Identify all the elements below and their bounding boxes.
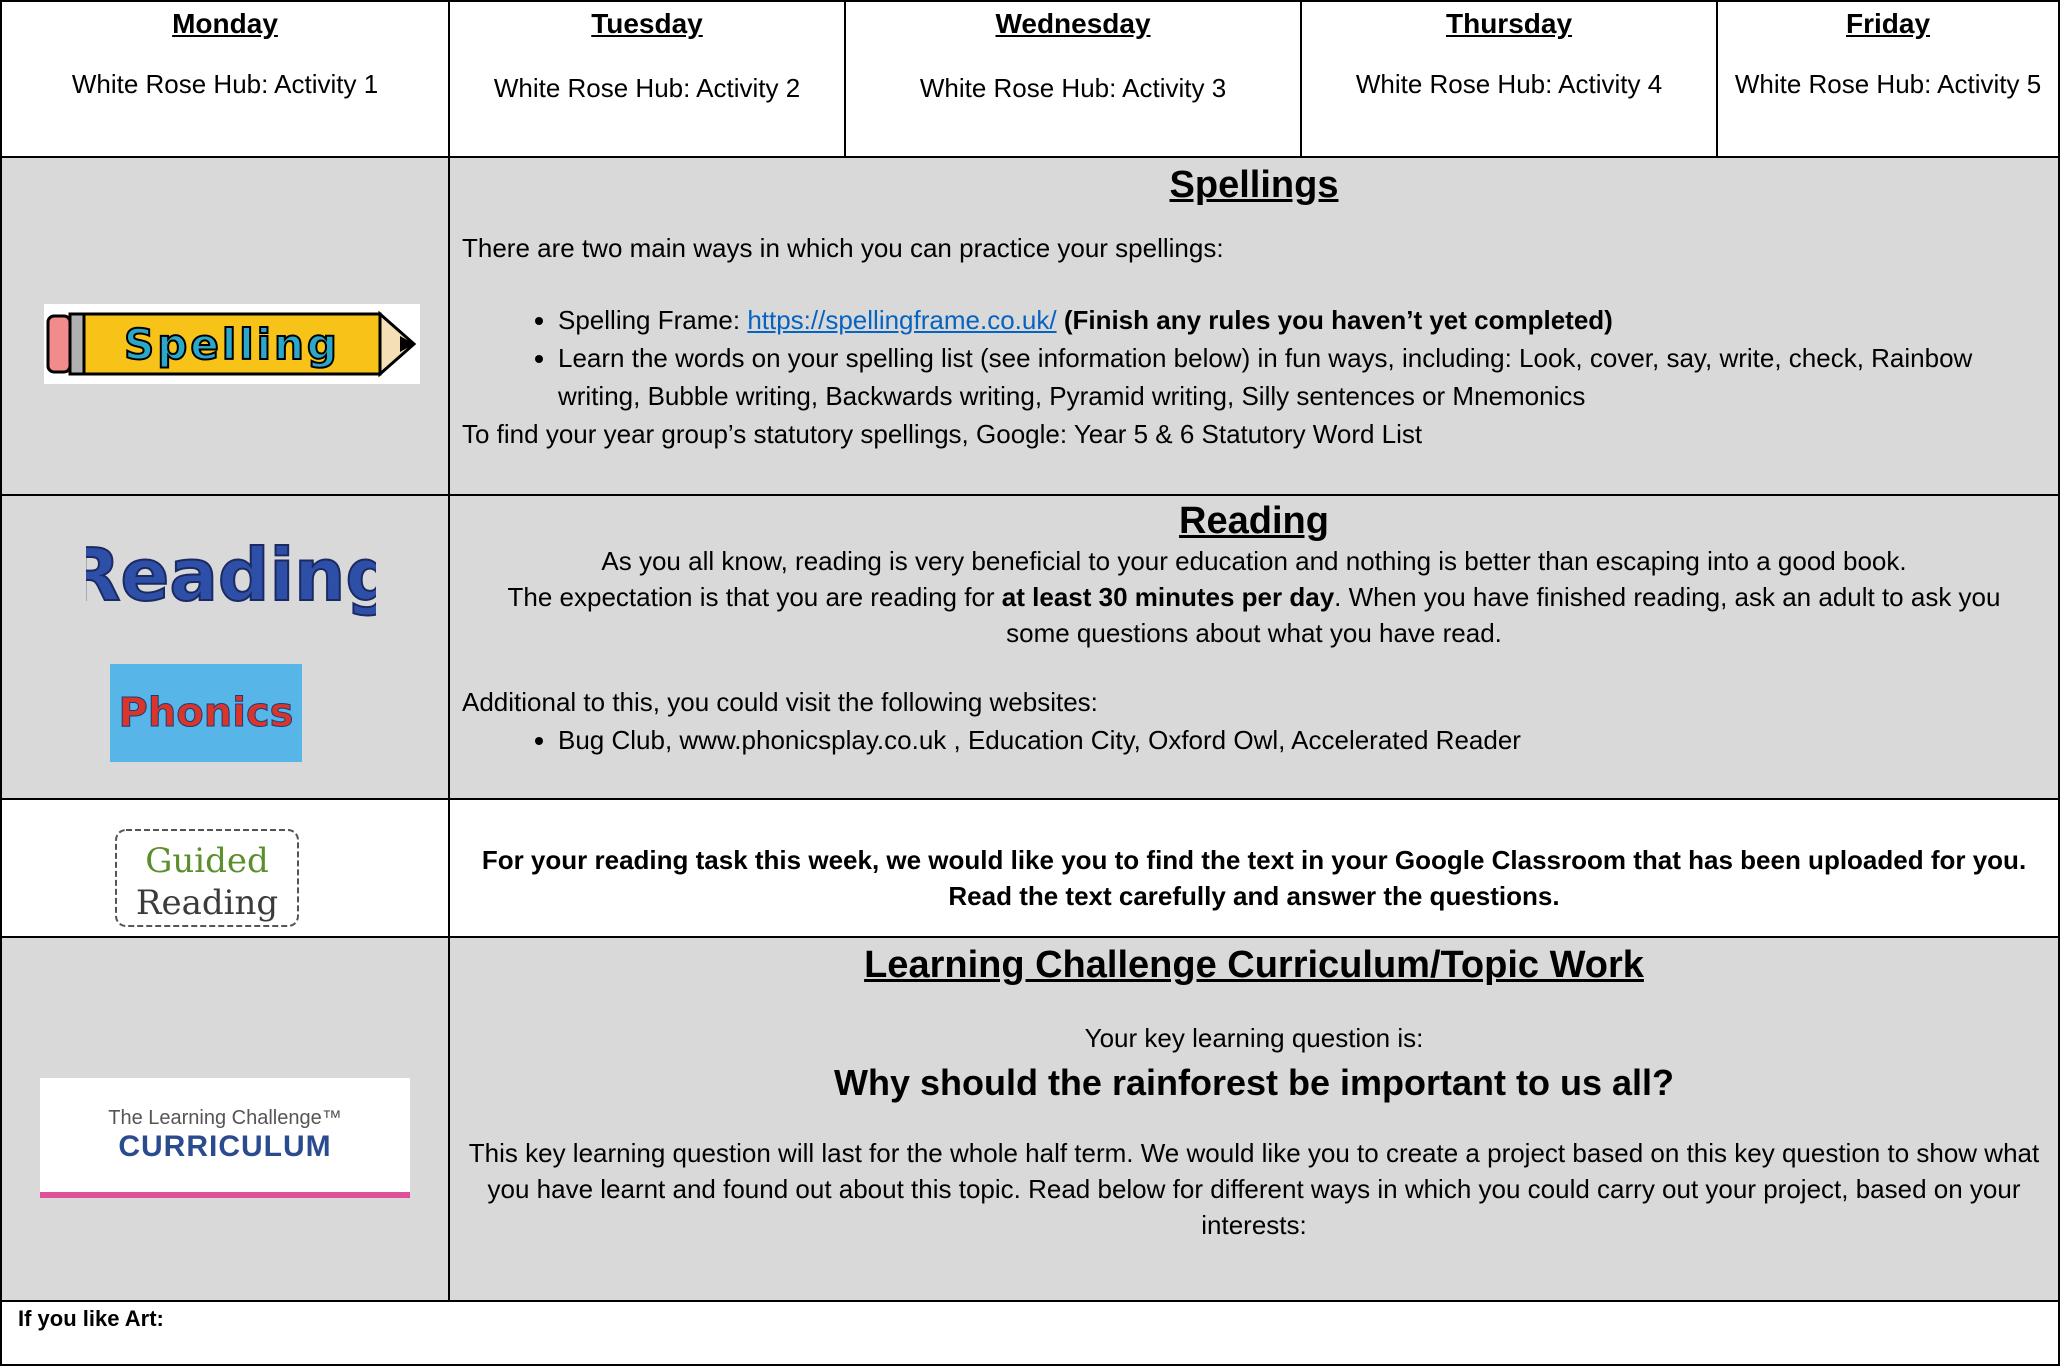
topic-question-intro: Your key learning question is: [1084,1023,1424,1053]
topic-content-cell: Learning Challenge Curriculum/Topic Work… [448,936,2060,1302]
guided-logo-line1: Guided [145,841,269,881]
day-activity: White Rose Hub: Activity 4 [1355,69,1663,99]
learning-challenge-small: The Learning Challenge™ [108,1106,342,1129]
reading-line2: The expectation is that you are reading … [462,579,2046,651]
guided-line2: Read the text carefully and answer the q… [948,881,1560,911]
reading-logo-cell: Reading Phonics [0,494,450,800]
art-row: If you like Art: [0,1300,2060,1366]
day-name: Thursday [1445,8,1573,39]
phonics-logo: Phonics [110,664,302,762]
day-activity: White Rose Hub: Activity 3 [919,73,1227,103]
reading-line2-text: The expectation is that you are reading … [507,582,1002,612]
spelling-pencil-logo: Spelling [44,304,420,384]
spelling-logo-text: Spelling [124,320,340,369]
reading-line2-emphasis: at least 30 minutes per day [1001,582,1335,612]
day-activity: White Rose Hub: Activity 5 [1734,69,2042,99]
learning-challenge-logo: The Learning Challenge™ CURRICULUM [40,1078,410,1198]
guided-reading-logo: Guided Reading [115,829,299,927]
list-item: Spelling Frame: https://spellingframe.co… [558,301,2046,339]
spellings-list: Spelling Frame: https://spellingframe.co… [462,301,2046,415]
reading-additional: Additional to this, you could visit the … [462,687,1098,717]
art-label: If you like Art: [18,1306,164,1331]
day-wednesday: Wednesday White Rose Hub: Activity 3 [844,0,1302,158]
day-name: Friday [1845,8,1931,39]
phonics-logo-text: Phonics [118,690,294,737]
topic-body: This key learning question will last for… [468,1138,2040,1240]
topic-title: Learning Challenge Curriculum/Topic Work [864,944,1644,986]
guided-content-cell: For your reading task this week, we woul… [448,798,2060,938]
day-tuesday: Tuesday White Rose Hub: Activity 2 [448,0,846,158]
day-name: Monday [172,8,278,39]
spellings-intro: There are two main ways in which you can… [462,233,1224,263]
spellings-footer: To find your year group’s statutory spel… [462,419,1423,449]
reading-line1: As you all know, reading is very benefic… [601,546,1907,576]
spellings-content-cell: Spellings There are two main ways in whi… [448,156,2060,496]
bullet-note: (Finish any rules you haven’t yet comple… [1063,305,1613,335]
spellings-logo-cell: Spelling [0,156,450,496]
spellingframe-link[interactable]: https://spellingframe.co.uk/ [747,305,1056,335]
day-friday: Friday White Rose Hub: Activity 5 [1716,0,2060,158]
topic-question: Why should the rainforest be important t… [833,1062,1675,1103]
list-item: Bug Club, www.phonicsplay.co.uk , Educat… [558,721,2046,759]
reading-logo: Reading [86,532,376,618]
day-activity: White Rose Hub: Activity 2 [493,73,801,103]
day-name: Tuesday [591,8,703,39]
homework-grid: Monday White Rose Hub: Activity 1 Tuesda… [0,0,2060,1366]
guided-logo-line2: Reading [136,883,278,923]
reading-title: Reading [1179,500,1329,542]
list-item: Learn the words on your spelling list (s… [558,339,2046,415]
reading-logo-text: Reading [86,533,376,617]
reading-websites-list: Bug Club, www.phonicsplay.co.uk , Educat… [462,721,2046,759]
spellings-title: Spellings [1169,164,1339,206]
guided-line1: For your reading task this week, we woul… [481,845,2027,875]
day-activity: White Rose Hub: Activity 1 [71,69,379,99]
guided-logo-cell: Guided Reading [0,798,450,938]
bullet-label: Spelling Frame: [558,305,748,335]
reading-content-cell: Reading As you all know, reading is very… [448,494,2060,800]
day-thursday: Thursday White Rose Hub: Activity 4 [1300,0,1718,158]
topic-logo-cell: The Learning Challenge™ CURRICULUM [0,936,450,1302]
learning-challenge-big: CURRICULUM [118,1129,332,1163]
day-monday: Monday White Rose Hub: Activity 1 [0,0,450,158]
day-name: Wednesday [995,8,1151,39]
